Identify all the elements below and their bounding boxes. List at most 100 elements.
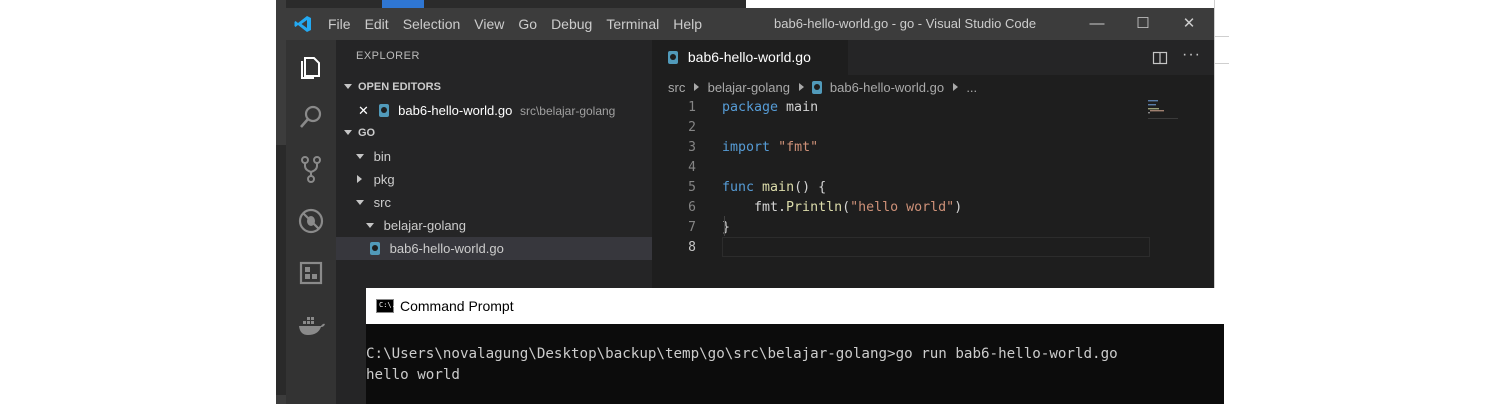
open-editor-path: src\belajar-golang [519, 104, 616, 118]
keyword: package [722, 100, 779, 115]
chevron-down-icon [366, 223, 374, 228]
menu-debug[interactable]: Debug [551, 16, 592, 32]
tree-item-belajar-golang[interactable]: belajar-golang [336, 214, 652, 237]
keyword: import [722, 140, 771, 155]
code-text: ) [954, 200, 963, 215]
background-strip [276, 145, 286, 395]
line-number: 3 [688, 140, 696, 155]
line-number: 1 [688, 100, 696, 115]
tree-item-pkg[interactable]: pkg [336, 168, 652, 191]
minimap[interactable] [1148, 100, 1178, 120]
vscode-logo-icon [294, 16, 311, 32]
tab-bab6-hello-world[interactable]: bab6-hello-world.go [652, 40, 848, 75]
minimap-slider [1148, 118, 1178, 119]
breadcrumb-item[interactable]: bab6-hello-world.go [830, 80, 944, 95]
code-line-6: fmt.Println("hello world") [722, 198, 962, 218]
extensions-icon[interactable] [296, 258, 326, 288]
chevron-right-icon [952, 83, 958, 91]
menu-help[interactable]: Help [673, 16, 702, 32]
current-line-highlight [722, 237, 1150, 257]
line-number: 2 [688, 120, 696, 135]
tree-item-label: src [373, 195, 391, 210]
menu-go[interactable]: Go [518, 16, 537, 32]
close-icon[interactable]: ✕ [358, 103, 369, 118]
workspace-label: GO [358, 127, 376, 139]
docker-icon[interactable] [296, 310, 326, 340]
maximize-button[interactable]: ☐ [1128, 12, 1158, 36]
command-prompt-title-bar: C:\. Command Prompt [366, 288, 1224, 324]
command-prompt-window: C:\. Command Prompt C:\Users\novalagung\… [366, 288, 1224, 404]
background-window-top [286, 0, 746, 8]
tree-item-label: pkg [373, 172, 395, 187]
code-line-3: import "fmt" [722, 138, 818, 158]
chevron-right-icon [357, 175, 362, 183]
breadcrumb-item[interactable]: src [668, 80, 685, 95]
close-button[interactable]: ✕ [1174, 12, 1204, 36]
explorer-title: EXPLORER [356, 50, 420, 62]
code-line-1: package main [722, 98, 818, 118]
menu-file[interactable]: File [328, 16, 351, 32]
tree-item-label: belajar-golang [383, 218, 467, 233]
search-icon[interactable] [296, 102, 326, 132]
code-text: main [778, 100, 819, 115]
tree-item-label: bab6-hello-world.go [389, 241, 504, 256]
tree-item-bin[interactable]: bin [336, 145, 652, 168]
tab-label: bab6-hello-world.go [687, 49, 811, 65]
code-line-5: func main() { [722, 178, 826, 198]
workspace-section[interactable]: GO [336, 122, 652, 144]
chevron-right-icon [693, 83, 699, 91]
console-line: hello world [366, 367, 460, 383]
menu-terminal[interactable]: Terminal [606, 16, 659, 32]
breadcrumb-more[interactable]: ... [966, 80, 977, 95]
split-editor-icon[interactable] [1152, 50, 1168, 66]
tree-item-src[interactable]: src [336, 191, 652, 214]
line-number: 7 [688, 220, 696, 235]
background-line [1215, 36, 1229, 64]
tab-bar: bab6-hello-world.go ··· [652, 40, 1214, 75]
tree-item-label: bin [373, 149, 391, 164]
chevron-right-icon [798, 83, 804, 91]
breadcrumb-item[interactable]: belajar-golang [708, 80, 790, 95]
debug-icon[interactable] [296, 206, 326, 236]
string-literal: "hello world" [850, 200, 955, 215]
open-editors-label: OPEN EDITORS [358, 81, 441, 93]
menu-bar: File Edit Selection View Go Debug Termin… [328, 8, 716, 40]
indent-guide [724, 216, 725, 236]
code-text: ( [842, 200, 851, 215]
menu-selection[interactable]: Selection [403, 16, 461, 32]
activity-bar [286, 40, 336, 404]
string-literal: "fmt" [778, 140, 819, 155]
chevron-down-icon [356, 154, 364, 159]
background-window-right [1214, 0, 1229, 290]
line-number: 4 [688, 160, 696, 175]
tree-item-bab6-hello-world[interactable]: bab6-hello-world.go [336, 237, 652, 260]
background-tab [382, 0, 424, 8]
go-file-icon [370, 242, 380, 255]
line-number: 5 [688, 180, 696, 195]
console-output[interactable]: C:\Users\novalagung\Desktop\backup\temp\… [366, 324, 1224, 404]
keyword: func [722, 180, 755, 195]
files-icon[interactable] [296, 52, 326, 82]
more-actions-icon[interactable]: ··· [1182, 46, 1201, 64]
go-file-icon [812, 81, 823, 94]
background-window-left [276, 0, 286, 404]
code-text: () { [794, 180, 827, 195]
chevron-down-icon [344, 84, 352, 89]
chevron-down-icon [344, 130, 352, 135]
command-prompt-title: Command Prompt [400, 298, 514, 314]
line-number: 6 [688, 200, 696, 215]
minimize-button[interactable]: — [1082, 12, 1112, 36]
source-control-icon[interactable] [296, 154, 326, 184]
title-bar: File Edit Selection View Go Debug Termin… [286, 8, 1214, 40]
cmd-icon-text: C:\. [379, 301, 396, 309]
open-editors-section[interactable]: OPEN EDITORS [336, 76, 652, 98]
cmd-icon: C:\. [376, 299, 396, 313]
menu-view[interactable]: View [474, 16, 504, 32]
chevron-down-icon [356, 200, 364, 205]
open-editor-filename: bab6-hello-world.go [398, 103, 513, 118]
code-text: fmt. [722, 200, 787, 215]
menu-edit[interactable]: Edit [365, 16, 389, 32]
open-editor-item[interactable]: ✕ bab6-hello-world.go src\belajar-golang [336, 99, 652, 122]
console-line: C:\Users\novalagung\Desktop\backup\temp\… [366, 346, 1118, 362]
breadcrumb: src belajar-golang bab6-hello-world.go .… [668, 77, 977, 99]
